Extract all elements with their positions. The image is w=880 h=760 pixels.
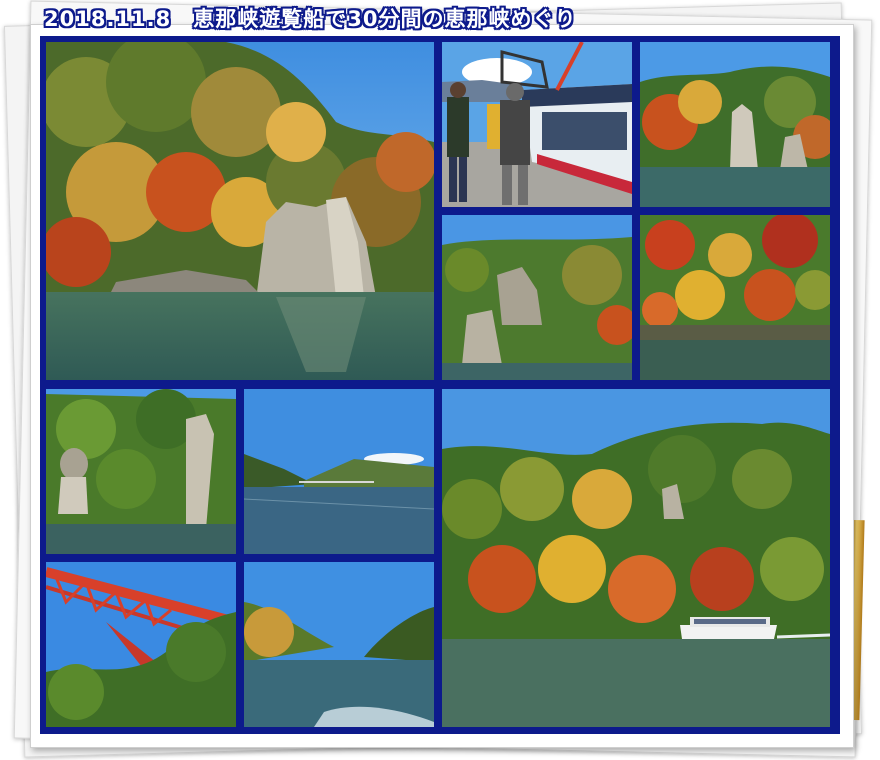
photo-shore-rocks xyxy=(442,215,632,380)
photo-boarding xyxy=(442,42,632,207)
photo-red-foliage xyxy=(640,215,830,380)
photo-rock-pillars xyxy=(640,42,830,207)
collage-title: 2018.11.8 恵那峡遊覧船で30分間の恵那峡めぐり xyxy=(44,7,577,31)
photo-distant-bridge xyxy=(244,389,434,554)
photo-stone-towers xyxy=(46,389,236,554)
photo-large-cliff xyxy=(46,42,434,380)
photo-boat-on-lake xyxy=(442,389,830,727)
photo-valley-wake xyxy=(244,562,434,727)
photo-red-bridge xyxy=(46,562,236,727)
